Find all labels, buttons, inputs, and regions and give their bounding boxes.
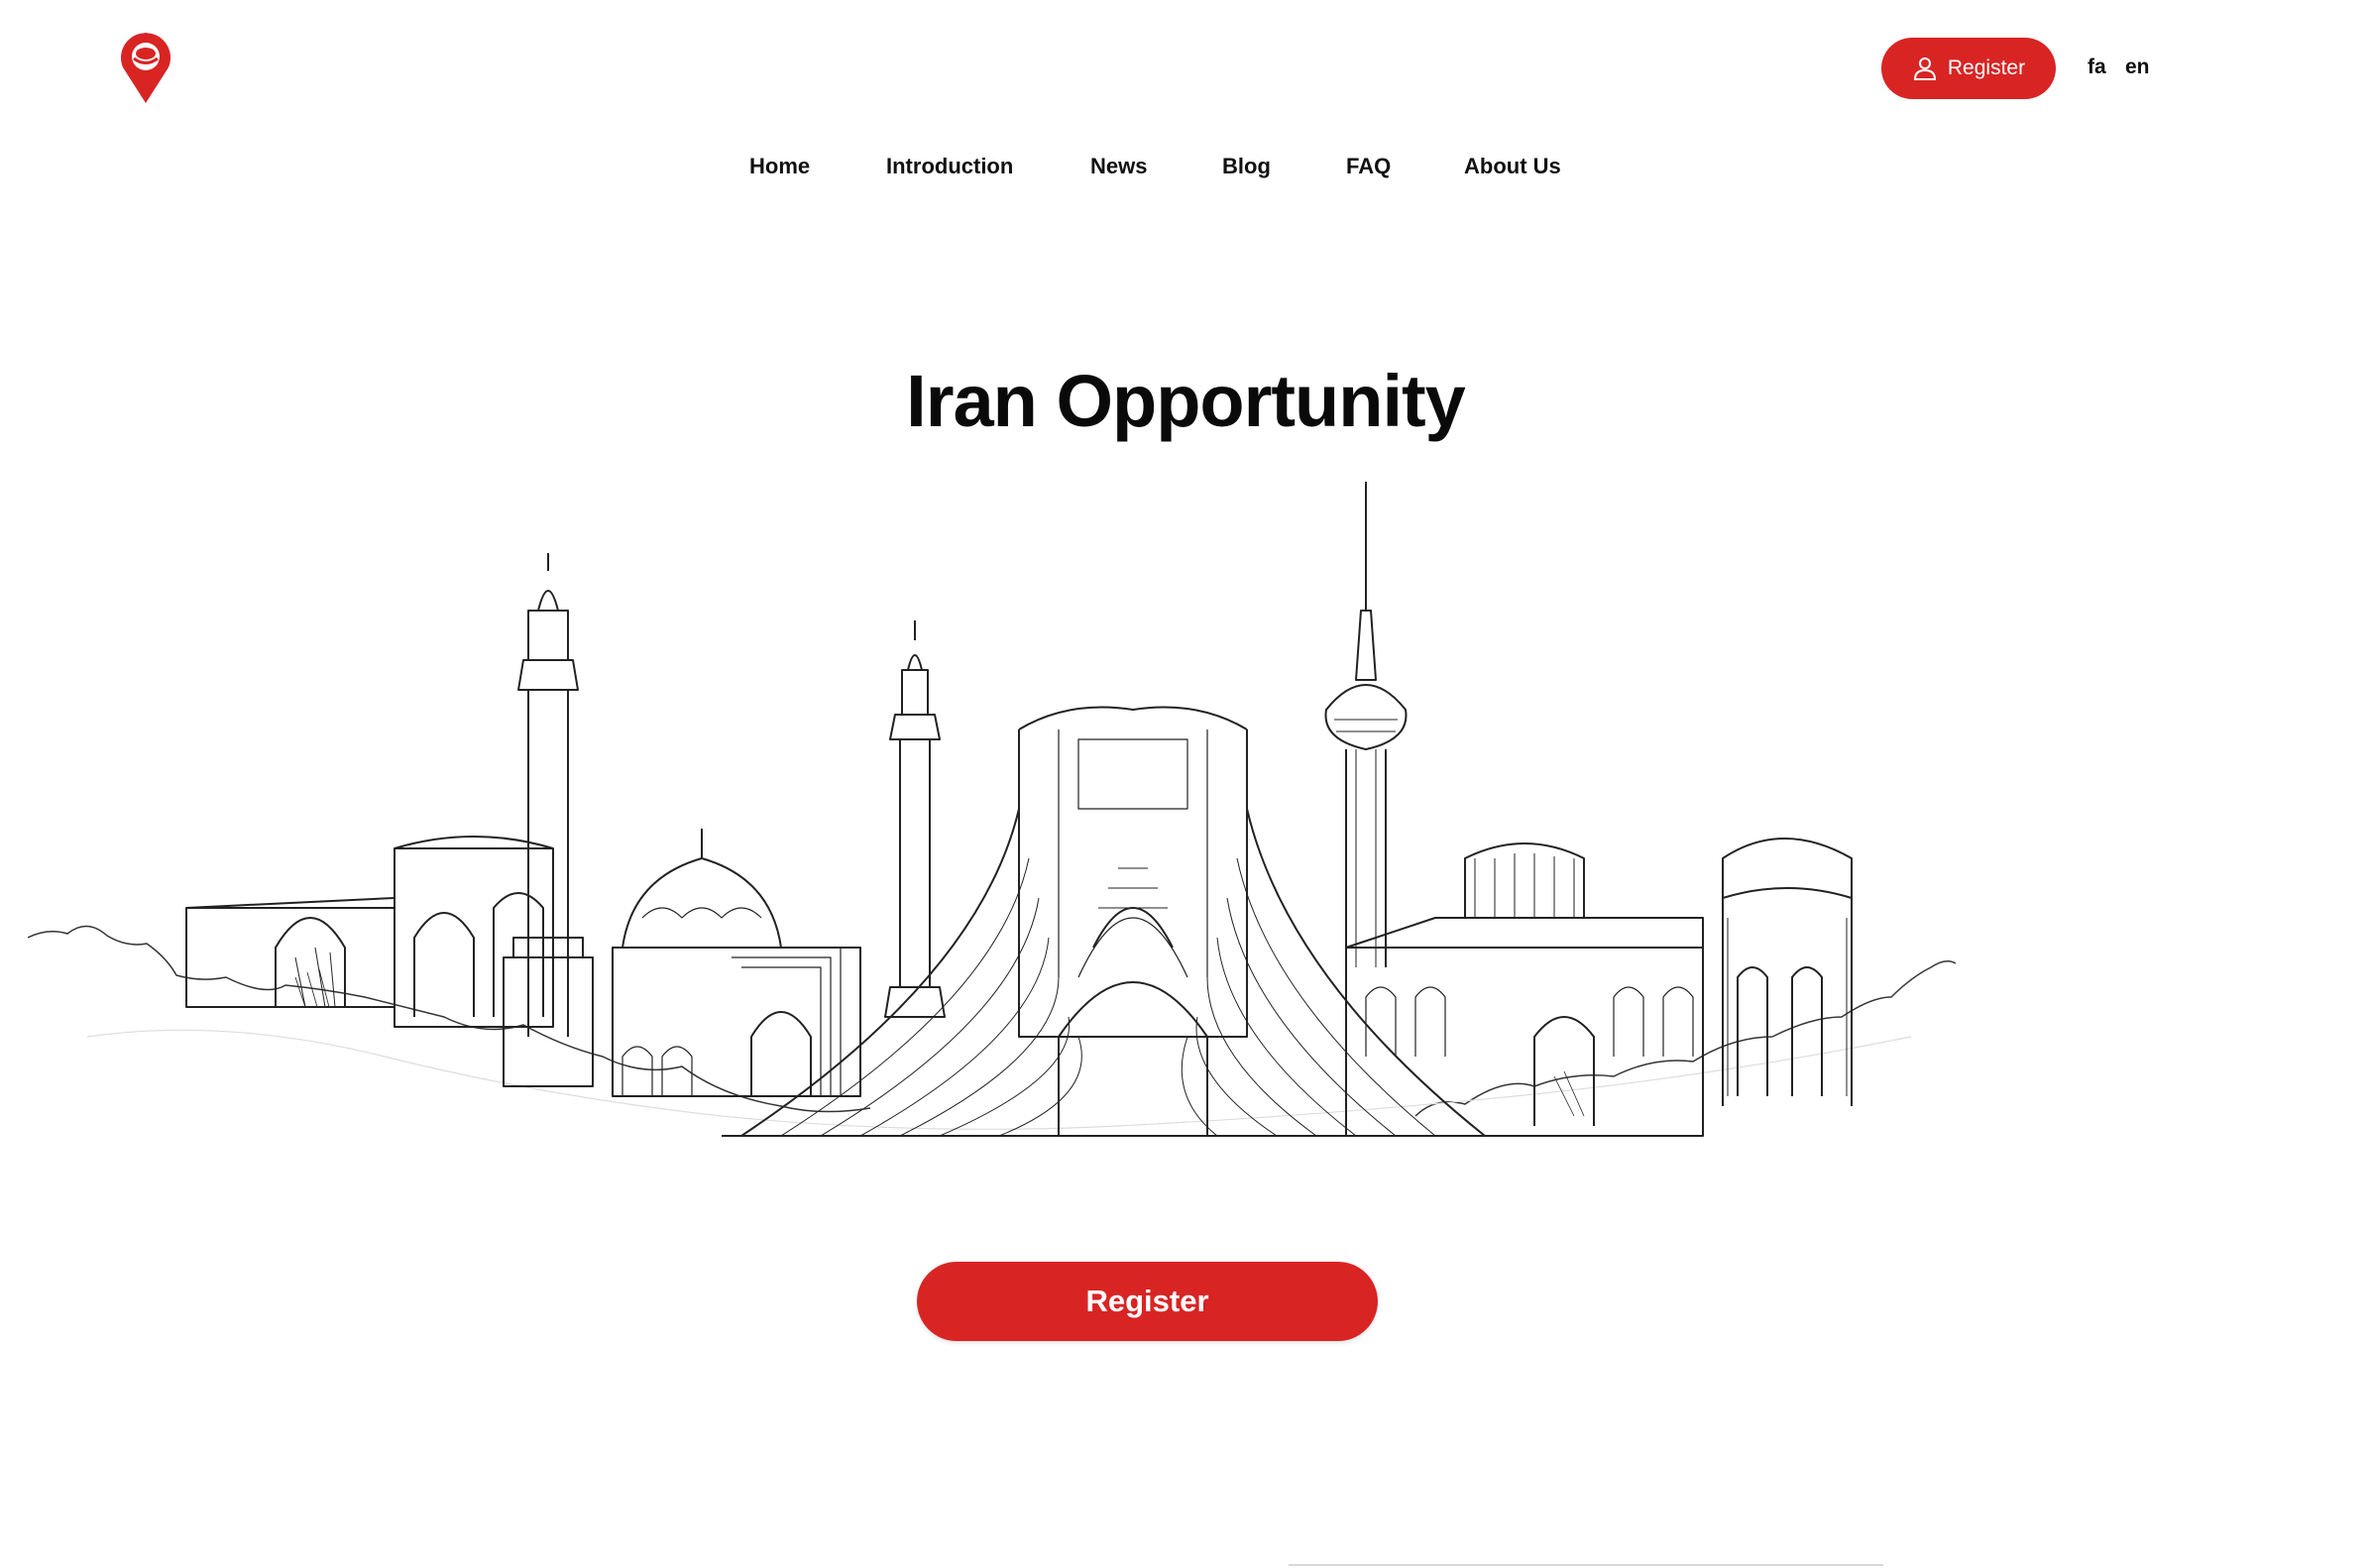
hero-title: Iran Opportunity bbox=[906, 360, 1466, 442]
divider bbox=[1289, 1564, 1883, 1566]
user-icon bbox=[1913, 57, 1936, 80]
header-register-button[interactable]: Register bbox=[1881, 38, 2056, 99]
language-en-link[interactable]: en bbox=[2125, 56, 2150, 79]
header-register-label: Register bbox=[1947, 56, 2026, 79]
skyline-illustration bbox=[28, 482, 1957, 1137]
nav-introduction[interactable]: Introduction bbox=[886, 154, 1013, 179]
nav-blog[interactable]: Blog bbox=[1222, 154, 1271, 179]
language-fa-link[interactable]: fa bbox=[2088, 56, 2106, 79]
nav-news[interactable]: News bbox=[1090, 154, 1147, 179]
nav-about-us[interactable]: About Us bbox=[1464, 154, 1561, 179]
nav-faq[interactable]: FAQ bbox=[1346, 154, 1391, 179]
logo-pin-icon[interactable] bbox=[117, 30, 174, 105]
main-nav: Home Introduction News Blog FAQ About Us bbox=[0, 154, 2371, 183]
nav-home[interactable]: Home bbox=[749, 154, 810, 179]
hero-register-button[interactable]: Register bbox=[917, 1262, 1378, 1341]
